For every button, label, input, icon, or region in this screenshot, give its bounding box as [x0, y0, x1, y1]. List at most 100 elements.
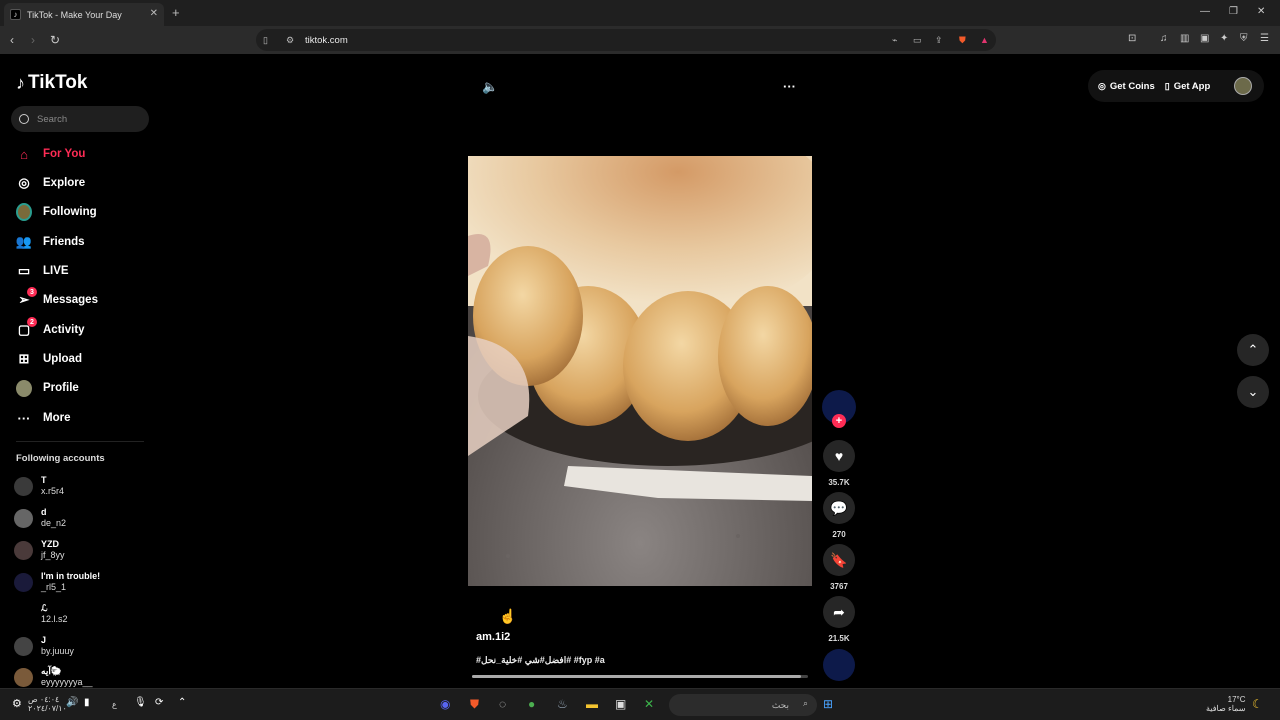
sidebar-toggle-icon[interactable]: ▥	[1180, 33, 1189, 44]
get-app-button[interactable]: ▯ Get App	[1165, 81, 1211, 92]
like-action[interactable]: ♥ 35.7K	[823, 440, 855, 487]
minimize-icon[interactable]: —	[1200, 6, 1210, 17]
following-accounts-title: Following accounts	[16, 453, 105, 464]
taskbar-search-icon: ⌕	[802, 698, 808, 708]
account-item[interactable]: d de_n2	[14, 507, 66, 529]
nav-upload[interactable]: ⊞ Upload	[16, 351, 82, 367]
share-action[interactable]: ➦ 21.5K	[823, 596, 855, 643]
nav-profile[interactable]: Profile	[16, 379, 79, 397]
tiktok-logo[interactable]: ♪ TikTok	[16, 72, 87, 94]
share-arrow-icon[interactable]: ➦	[823, 596, 855, 628]
brave-shield-icon[interactable]: ⛊	[959, 35, 966, 46]
chrome-dev-icon[interactable]: ◌	[499, 697, 506, 711]
previous-video-button[interactable]: ⌃	[1237, 334, 1269, 366]
share-icon[interactable]: ⇪	[935, 35, 943, 46]
comment-icon[interactable]: 💬	[823, 492, 855, 524]
reader-icon[interactable]: ⌁	[892, 35, 897, 46]
address-bar[interactable]: ▯ ⚙ tiktok.com ⌁ ▭ ⇪ ⛊ ▲	[256, 29, 996, 51]
tray-chevron-up-icon[interactable]: ⌃	[178, 697, 186, 708]
tiktok-page: ♪ TikTok Search ⌂ For You ◎ Explore Foll…	[0, 54, 1280, 688]
comment-action[interactable]: 💬 270	[823, 492, 855, 539]
site-info-icon[interactable]: ⚙	[286, 35, 294, 46]
nav-messages[interactable]: ➢ 3 Messages	[16, 287, 98, 308]
forward-icon[interactable]: ›	[31, 33, 35, 47]
search-placeholder: Search	[37, 113, 68, 125]
nav-for-you[interactable]: ⌂ For You	[16, 146, 85, 162]
home-icon: ⌂	[20, 146, 28, 162]
account-item[interactable]: آيه🐑 eyyyyyyya__	[14, 666, 93, 688]
chevron-up-icon: ⌃	[1247, 342, 1259, 357]
account-item[interactable]: Jby.juuuy	[14, 635, 74, 657]
avatar	[14, 476, 33, 496]
account-item[interactable]: ℒ 12.l.s2	[14, 603, 68, 625]
search-icon	[19, 114, 29, 124]
next-video-button[interactable]: ⌄	[1237, 376, 1269, 408]
video-progress-bar[interactable]	[472, 675, 808, 678]
more-icon: ···	[17, 410, 31, 426]
search-input[interactable]: Search	[11, 106, 149, 132]
maximize-icon[interactable]: ❐	[1229, 6, 1238, 17]
close-tab-icon[interactable]: ✕	[150, 8, 158, 19]
reload-icon[interactable]: ↻	[50, 33, 60, 47]
get-coins-button[interactable]: ◎ Get Coins	[1098, 81, 1155, 92]
chrome-icon[interactable]: ●	[528, 697, 535, 711]
weather-temp: 17°C	[1227, 695, 1246, 704]
xbox-icon[interactable]: ✕	[644, 697, 654, 711]
account-item[interactable]: YZD jf_8yy	[14, 539, 65, 561]
media-icon[interactable]: ♫	[1160, 33, 1168, 44]
weather[interactable]: 17°C سماء صافية	[1206, 695, 1246, 713]
speaker-icon[interactable]: 🔊	[66, 697, 78, 708]
discord-icon[interactable]: ◉	[440, 697, 450, 711]
clock-date: ٢٠٢٤/٠٧/١٠	[28, 704, 67, 713]
share-count: 21.5K	[828, 634, 850, 643]
friends-icon: 👥	[15, 234, 33, 249]
menu-icon[interactable]: ☰	[1260, 33, 1269, 44]
save-count: 3767	[830, 582, 848, 591]
browser-tab[interactable]: ♪ TikTok - Make Your Day ✕	[4, 3, 164, 26]
nav-explore[interactable]: ◎ Explore	[16, 175, 85, 191]
compass-icon: ◎	[18, 175, 30, 190]
bookmark-icon[interactable]: ▯	[263, 35, 268, 46]
nav-following[interactable]: Following	[16, 203, 97, 221]
language-indicator[interactable]: ع	[112, 700, 117, 709]
vpn-icon[interactable]: ⛨	[1240, 33, 1248, 44]
store-icon[interactable]: ▣	[615, 697, 626, 711]
more-options-icon[interactable]: ···	[783, 79, 796, 94]
clock-time: ٠٤:٠٤ ص	[28, 695, 60, 704]
taskbar-search[interactable]: بحث ⌕	[669, 694, 817, 716]
nav-friends[interactable]: 👥 Friends	[16, 234, 85, 250]
brave-rewards-icon[interactable]: ▲	[980, 35, 989, 45]
wallet-icon[interactable]: ▣	[1200, 33, 1209, 44]
file-explorer-icon[interactable]: ▬	[586, 697, 598, 711]
weather-desc: سماء صافية	[1206, 704, 1246, 713]
back-icon[interactable]: ‹	[10, 33, 14, 47]
nav-live[interactable]: ▭ LIVE	[16, 263, 69, 279]
battery-icon[interactable]: ▮	[84, 697, 90, 708]
user-avatar[interactable]	[1234, 77, 1252, 95]
music-disc-icon[interactable]	[823, 649, 855, 681]
nav-activity[interactable]: ▢ 2 Activity	[16, 317, 85, 338]
screenshot-icon[interactable]: ⊡	[1128, 33, 1136, 44]
cast-icon[interactable]: ▭	[913, 35, 922, 46]
new-tab-icon[interactable]: +	[172, 5, 180, 20]
heart-icon[interactable]: ♥	[823, 440, 855, 472]
nav-more[interactable]: ··· More	[16, 410, 71, 426]
leo-ai-icon[interactable]: ✦	[1220, 33, 1228, 44]
following-avatar-icon	[16, 203, 32, 221]
bookmark-icon[interactable]: 🔖	[823, 544, 855, 576]
steam-icon[interactable]: ♨	[557, 697, 568, 711]
start-windows-icon[interactable]: ⊞	[823, 697, 833, 711]
video-player[interactable]	[468, 156, 812, 586]
volume-icon[interactable]: 🔈	[482, 79, 498, 95]
save-action[interactable]: 🔖 3767	[823, 544, 855, 591]
video-author[interactable]: am.1i2	[476, 631, 510, 643]
account-item[interactable]: I'm in trouble! _rl5_1	[14, 571, 100, 593]
microphone-icon[interactable]: 🎙	[134, 697, 147, 708]
settings-gear-icon[interactable]: ⚙	[12, 697, 22, 710]
avatar	[14, 572, 33, 592]
sync-icon[interactable]: ⟳	[155, 697, 163, 708]
follow-plus-icon[interactable]: +	[832, 414, 846, 428]
close-window-icon[interactable]: ✕	[1257, 6, 1265, 17]
account-item[interactable]: Tx.r5r4	[14, 475, 64, 497]
brave-browser-icon[interactable]: ⛊	[470, 697, 479, 712]
